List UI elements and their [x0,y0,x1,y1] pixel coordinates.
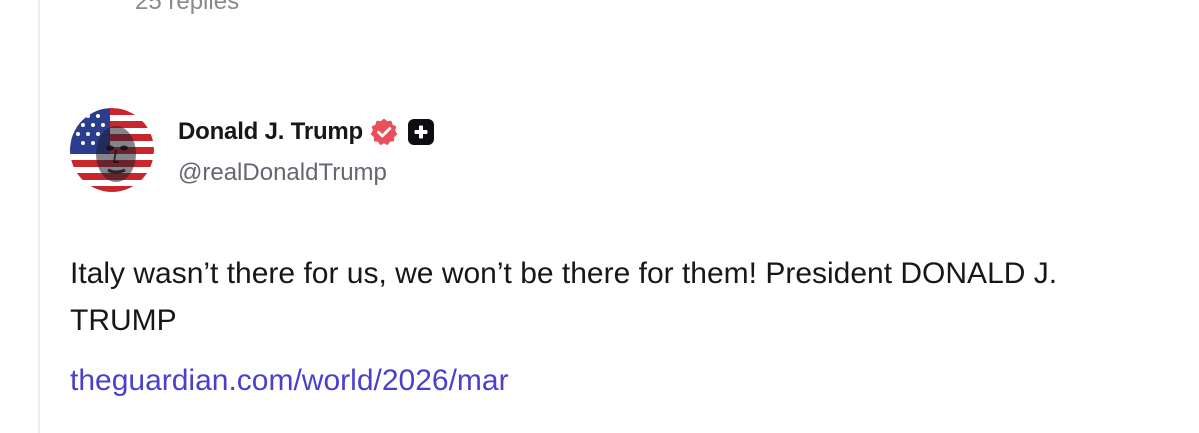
thread-connector-line [38,0,40,433]
verified-badge-icon [369,117,399,147]
avatar-image [70,108,154,192]
post-link[interactable]: theguardian.com/world/2026/mar [70,361,509,401]
author-handle[interactable]: @realDonaldTrump [178,159,387,187]
author-display-name[interactable]: Donald J. Trump [178,118,363,146]
avatar[interactable] [70,108,154,192]
previous-post-replies-count[interactable]: 25 replies [135,0,239,17]
post-page: 25 replies Donald J. Trump @realDonaldTr… [0,0,1199,433]
author-name-row: Donald J. Trump [178,116,435,148]
post-text: Italy wasn’t there for us, we won’t be t… [70,257,1058,337]
plus-badge-icon [408,119,435,145]
